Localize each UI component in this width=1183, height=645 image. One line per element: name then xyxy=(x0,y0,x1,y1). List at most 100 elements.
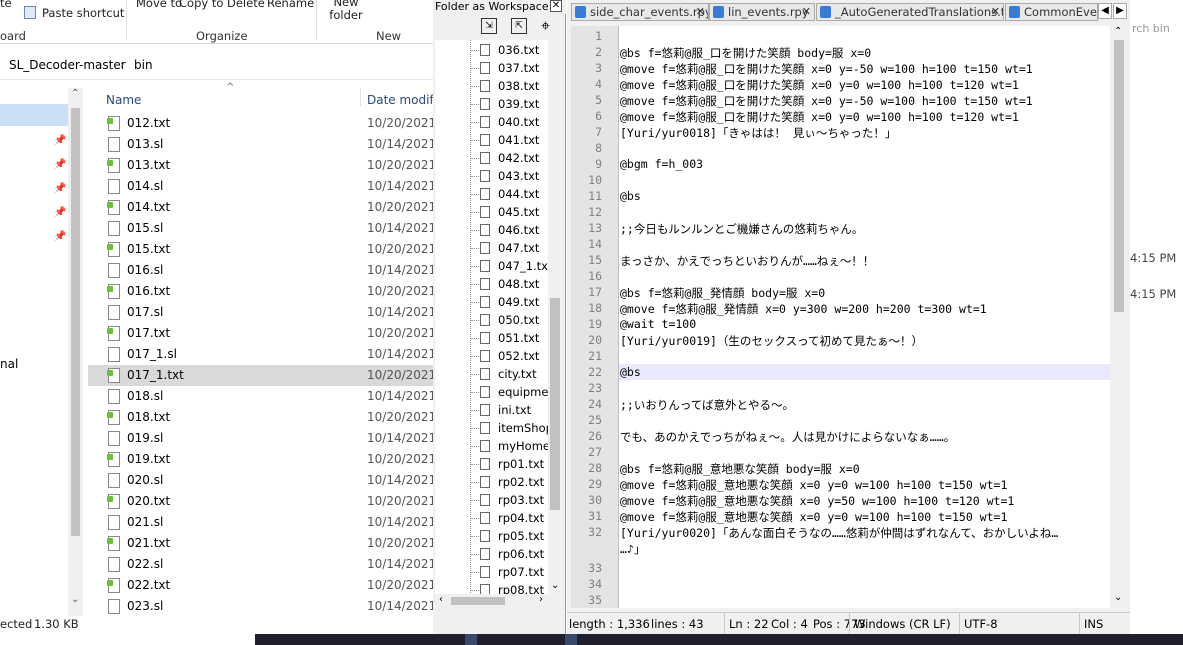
file-row[interactable]: 018.sl 10/14/2021 3 xyxy=(88,386,435,407)
nav-scrollbar-thumb[interactable] xyxy=(71,108,80,536)
collapse-all-icon[interactable]: ⇱ xyxy=(511,18,527,34)
tab-scroll-left-icon[interactable]: ◀ xyxy=(1098,3,1112,19)
file-row[interactable]: 023.sl 10/14/2021 3 xyxy=(88,596,435,616)
file-row[interactable]: 022.txt 10/20/2021 4 xyxy=(88,575,435,596)
document-tab[interactable]: CommonEvent xyxy=(1005,3,1098,21)
scroll-down-icon[interactable]: ⌄ xyxy=(1114,592,1122,603)
workspace-file-item[interactable]: 047_1.txt xyxy=(435,257,549,275)
workspace-file-item[interactable]: rp04.txt xyxy=(435,509,549,527)
file-row[interactable]: 014.sl 10/14/2021 3 xyxy=(88,176,435,197)
breadcrumb-item[interactable]: SL_Decoder-master xyxy=(9,58,126,72)
locate-current-file-icon[interactable]: ⌖ xyxy=(541,17,550,35)
address-bar[interactable]: SL_Decoder-master › bin xyxy=(0,52,435,80)
file-row[interactable]: 012.txt 10/20/2021 4 xyxy=(88,113,435,134)
workspace-file-item[interactable]: city.txt xyxy=(435,365,549,383)
workspace-file-item[interactable]: 046.txt xyxy=(435,221,549,239)
scroll-up-icon[interactable]: ⌃ xyxy=(1114,26,1122,37)
scroll-down-icon[interactable]: ⌄ xyxy=(551,580,559,591)
workspace-file-item[interactable]: 050.txt xyxy=(435,311,549,329)
workspace-hscrollbar-thumb[interactable] xyxy=(451,597,505,605)
workspace-file-item[interactable]: ini.txt xyxy=(435,401,549,419)
scroll-right-icon[interactable]: › xyxy=(539,594,543,605)
workspace-file-item[interactable]: 052.txt xyxy=(435,347,549,365)
editor-vscrollbar[interactable]: ⌃ ⌄ xyxy=(1110,26,1128,608)
file-row[interactable]: 017.txt 10/20/2021 4 xyxy=(88,323,435,344)
nav-item-label[interactable]: nal xyxy=(0,357,18,371)
file-row[interactable]: 014.txt 10/20/2021 4 xyxy=(88,197,435,218)
workspace-file-item[interactable]: 040.txt xyxy=(435,113,549,131)
workspace-file-item[interactable]: rp01.txt xyxy=(435,455,549,473)
workspace-file-item[interactable]: 041.txt xyxy=(435,131,549,149)
workspace-file-item[interactable]: 038.txt xyxy=(435,77,549,95)
workspace-file-item[interactable]: 047.txt xyxy=(435,239,549,257)
status-eol[interactable]: Windows (CR LF) xyxy=(849,613,951,635)
paste-shortcut-button[interactable]: Paste shortcut xyxy=(22,4,142,22)
new-folder-button[interactable]: New folder xyxy=(322,0,366,22)
file-row[interactable]: 018.txt 10/20/2021 4 xyxy=(88,407,435,428)
workspace-file-item[interactable]: 049.txt xyxy=(435,293,549,311)
code-editor[interactable]: @bs f=悠莉@服_口を開けた笑顔 body=服 x=0 @move f=悠莉@… xyxy=(619,26,1112,608)
file-row[interactable]: 020.txt 10/20/2021 4 xyxy=(88,491,435,512)
workspace-file-item[interactable]: 051.txt xyxy=(435,329,549,347)
file-row[interactable]: 015.sl 10/14/2021 3 xyxy=(88,218,435,239)
workspace-file-item[interactable]: itemShop xyxy=(435,419,549,437)
scroll-up-icon[interactable]: ⌃ xyxy=(71,88,79,99)
scroll-down-icon[interactable]: ⌄ xyxy=(71,594,79,605)
file-row[interactable]: 020.sl 10/14/2021 3 xyxy=(88,470,435,491)
tab-scroll-right-icon[interactable]: ▶ xyxy=(1113,3,1127,19)
file-row[interactable]: 019.txt 10/20/2021 4 xyxy=(88,449,435,470)
workspace-file-item[interactable]: 048.txt xyxy=(435,275,549,293)
workspace-file-item[interactable]: rp07.txt xyxy=(435,563,549,581)
pin-icon[interactable]: 📌 xyxy=(54,159,66,170)
file-row[interactable]: 017.sl 10/14/2021 3 xyxy=(88,302,435,323)
file-row[interactable]: 017_1.sl 10/14/2021 3 xyxy=(88,344,435,365)
workspace-file-item[interactable]: 039.txt xyxy=(435,95,549,113)
workspace-file-item[interactable]: rp03.txt xyxy=(435,491,549,509)
close-tab-icon[interactable]: ✕ xyxy=(802,4,811,20)
document-tab[interactable]: side_char_events.rpy ✕ xyxy=(571,3,709,21)
taskbar-app-icon[interactable] xyxy=(465,634,477,645)
close-tab-icon[interactable]: ✕ xyxy=(696,4,705,20)
workspace-file-item[interactable]: myHome xyxy=(435,437,549,455)
close-tab-icon[interactable]: ✕ xyxy=(991,4,1000,20)
workspace-vscrollbar[interactable]: ⌄ xyxy=(548,40,562,595)
taskbar-app-icon[interactable] xyxy=(565,634,577,645)
pin-icon[interactable]: 📌 xyxy=(54,183,66,194)
expand-all-icon[interactable]: ⇲ xyxy=(481,18,497,34)
pin-icon[interactable]: 📌 xyxy=(54,135,66,146)
file-row[interactable]: 022.sl 10/14/2021 3 xyxy=(88,554,435,575)
workspace-vscrollbar-thumb[interactable] xyxy=(550,298,560,510)
file-row[interactable]: 021.sl 10/14/2021 3 xyxy=(88,512,435,533)
workspace-file-item[interactable]: 043.txt xyxy=(435,167,549,185)
editor-vscrollbar-thumb[interactable] xyxy=(1114,40,1124,312)
delete-button[interactable]: Delete xyxy=(224,0,265,22)
workspace-file-item[interactable]: 037.txt xyxy=(435,59,549,77)
workspace-file-item[interactable]: rp08.txt xyxy=(435,581,549,595)
file-row[interactable]: 016.txt 10/20/2021 4 xyxy=(88,281,435,302)
workspace-file-item[interactable]: rp05.txt xyxy=(435,527,549,545)
close-icon[interactable]: ✕ xyxy=(550,0,562,12)
status-insert-mode[interactable]: INS xyxy=(1079,613,1103,635)
rename-button[interactable]: Rename xyxy=(266,0,314,22)
nav-scrollbar[interactable]: ⌃ ⌄ xyxy=(68,88,83,616)
workspace-file-item[interactable]: rp02.txt xyxy=(435,473,549,491)
workspace-file-item[interactable]: rp06.txt xyxy=(435,545,549,563)
workspace-file-item[interactable]: equipmer xyxy=(435,383,549,401)
pin-icon[interactable]: 📌 xyxy=(54,207,66,218)
document-tab[interactable]: lin_events.rpy ✕ xyxy=(709,3,815,21)
file-row[interactable]: 016.sl 10/14/2021 3 xyxy=(88,260,435,281)
workspace-file-item[interactable]: 045.txt xyxy=(435,203,549,221)
file-row[interactable]: 015.txt 10/20/2021 4 xyxy=(88,239,435,260)
file-row[interactable]: 021.txt 10/20/2021 4 xyxy=(88,533,435,554)
file-row[interactable]: 017_1.txt 10/20/2021 4 xyxy=(88,365,435,386)
workspace-file-item[interactable]: 036.txt xyxy=(435,41,549,59)
status-encoding[interactable]: UTF-8 xyxy=(959,613,998,635)
copy-to-button[interactable]: Copy to xyxy=(176,0,223,22)
document-tab[interactable]: _AutoGeneratedTranslations.txt ✕ xyxy=(816,3,1004,21)
nav-selected-item[interactable] xyxy=(0,104,68,126)
breadcrumb-item[interactable]: bin xyxy=(134,58,153,72)
scroll-left-icon[interactable]: ‹ xyxy=(439,594,443,605)
file-row[interactable]: 013.sl 10/14/2021 3 xyxy=(88,134,435,155)
file-row[interactable]: 013.txt 10/20/2021 4 xyxy=(88,155,435,176)
workspace-file-item[interactable]: 042.txt xyxy=(435,149,549,167)
